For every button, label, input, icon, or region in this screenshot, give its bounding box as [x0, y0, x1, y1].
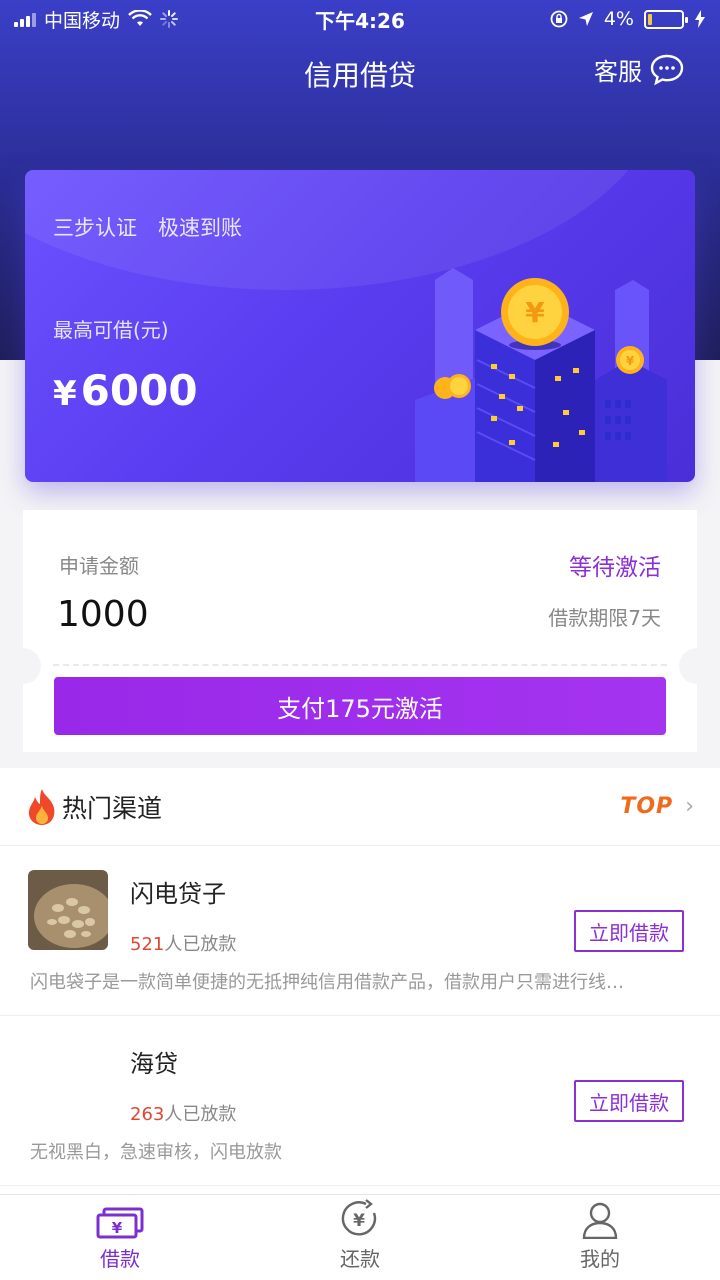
card-notch-left: [5, 648, 41, 684]
status-bar: 中国移动 下午4:26 4%: [0, 0, 720, 38]
svg-text:¥: ¥: [353, 1211, 365, 1231]
battery-icon: [644, 9, 688, 29]
borrow-now-button[interactable]: 立即借款: [574, 910, 684, 952]
chat-bubble-icon: [650, 54, 684, 85]
svg-text:¥: ¥: [626, 354, 635, 368]
channel-description: 无视黑白，急速审核，闪电放款: [30, 1142, 282, 1163]
tab-bar: ¥ 借款 ¥ 还款 我的: [0, 1194, 720, 1280]
wifi-icon: [128, 10, 152, 26]
credit-limit-value: 6000: [80, 366, 198, 415]
tab-profile[interactable]: 我的: [480, 1195, 720, 1280]
svg-text:¥: ¥: [525, 296, 545, 329]
channel-loan-count: 521人已放款: [130, 934, 237, 955]
hot-channels-section: 热门渠道 TOP › 闪电贷子 521人已放款 立即借款 闪电袋子是一款简单便捷…: [0, 768, 720, 1194]
activation-status: 等待激活: [569, 555, 661, 581]
repay-icon: ¥: [341, 1199, 377, 1236]
location-icon: [578, 12, 593, 26]
channel-thumbnail: [28, 870, 108, 950]
top-badge: TOP: [620, 794, 674, 819]
tab-loan[interactable]: ¥ 借款: [0, 1195, 240, 1280]
profile-icon: [582, 1202, 618, 1239]
credit-limit-amount: ¥6000: [53, 366, 198, 415]
loading-icon: [160, 10, 179, 28]
dashed-divider: [53, 664, 667, 666]
loan-application-card: 申请金额 等待激活 1000 借款期限7天 支付175元激活: [5, 510, 715, 752]
credit-limit-label: 最高可借(元): [53, 318, 169, 342]
tab-label: 还款: [340, 1247, 380, 1271]
credit-limit-card: 三步认证 极速到账 最高可借(元) ¥6000 ¥ ¥: [25, 170, 695, 482]
tab-label: 我的: [580, 1247, 620, 1271]
channel-name: 闪电贷子: [130, 880, 226, 908]
loan-icon: ¥: [96, 1207, 144, 1239]
flame-icon: [28, 788, 55, 825]
channel-item[interactable]: 海贷 263人已放款 立即借款 无视黑白，急速审核，闪电放款: [0, 1016, 720, 1186]
tab-repay[interactable]: ¥ 还款: [240, 1195, 480, 1280]
hero-subtitle: 三步认证 极速到账: [53, 216, 242, 240]
hot-channels-title: 热门渠道: [62, 793, 163, 823]
battery-percent: 4%: [603, 8, 634, 30]
loan-term: 借款期限7天: [548, 606, 661, 630]
pay-activate-button[interactable]: 支付175元激活: [54, 677, 666, 735]
city-coins-illustration: ¥ ¥: [415, 268, 667, 482]
hot-channels-header[interactable]: 热门渠道 TOP ›: [0, 768, 720, 846]
customer-service-label: 客服: [594, 58, 642, 86]
card-notch-right: [679, 648, 715, 684]
rotation-lock-icon: [550, 10, 568, 28]
apply-amount-value: 1000: [57, 594, 149, 635]
channel-name: 海贷: [130, 1050, 178, 1078]
customer-service-button[interactable]: 客服: [594, 52, 686, 87]
apply-amount-label: 申请金额: [59, 554, 139, 578]
channel-item[interactable]: 闪电贷子 521人已放款 立即借款 闪电袋子是一款简单便捷的无抵押纯信用借款产品…: [0, 846, 720, 1016]
currency-symbol: ¥: [53, 374, 77, 414]
channel-description: 闪电袋子是一款简单便捷的无抵押纯信用借款产品，借款用户只需进行线…: [30, 972, 624, 993]
chevron-right-icon: ›: [685, 794, 694, 819]
tab-label: 借款: [100, 1247, 140, 1271]
charging-icon: [695, 10, 705, 28]
borrow-now-button[interactable]: 立即借款: [574, 1080, 684, 1122]
carrier-label: 中国移动: [44, 9, 121, 32]
channel-loan-count: 263人已放款: [130, 1104, 237, 1125]
svg-text:¥: ¥: [112, 1219, 123, 1237]
signal-icon: [14, 11, 36, 27]
